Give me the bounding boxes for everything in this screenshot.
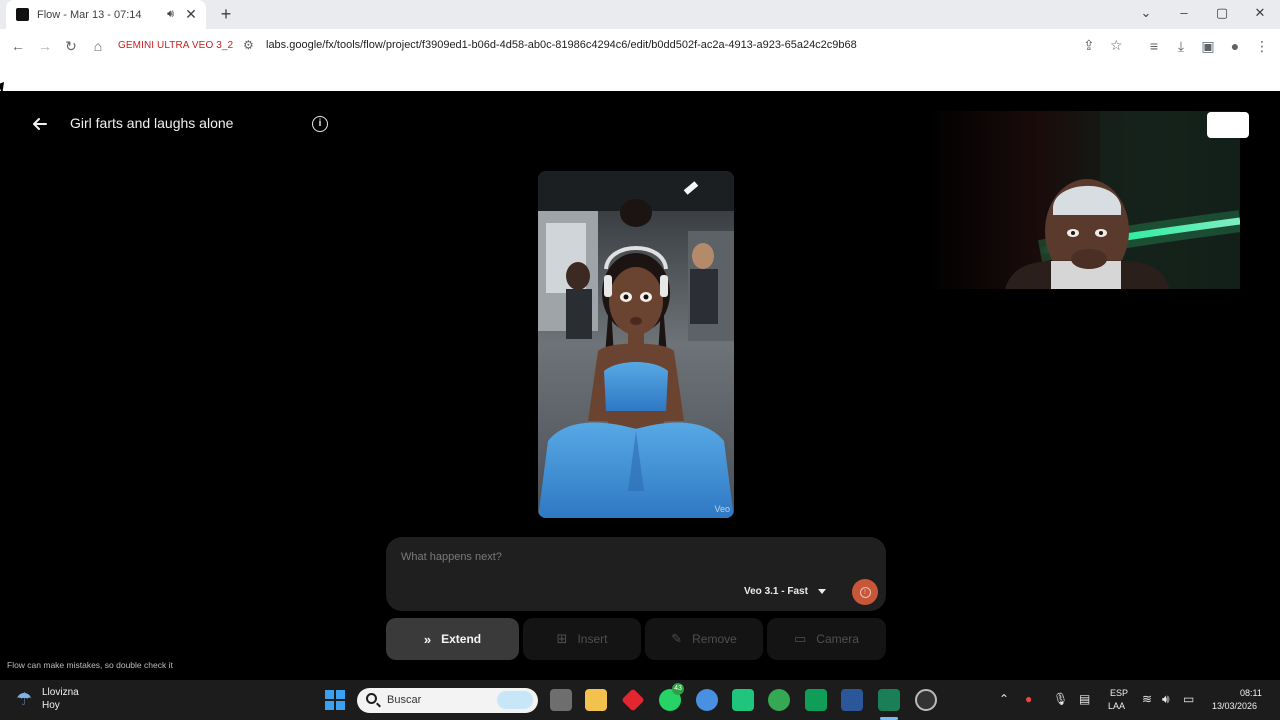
webcam-overlay bbox=[925, 111, 1240, 289]
prompt-input[interactable] bbox=[401, 551, 871, 563]
recorder-app-icon[interactable] bbox=[915, 689, 937, 711]
maximize-icon[interactable]: ▢ bbox=[1214, 5, 1230, 21]
search-icon bbox=[366, 693, 377, 704]
microphone-icon[interactable]: 🎙︎ bbox=[1053, 692, 1068, 706]
profile-avatar-icon[interactable]: ● bbox=[1226, 37, 1244, 55]
chrome-icon[interactable] bbox=[768, 689, 790, 711]
weather-day[interactable]: Hoy bbox=[42, 700, 60, 711]
remove-label: Remove bbox=[692, 632, 737, 646]
weather-condition[interactable]: Llovizna bbox=[42, 687, 79, 698]
project-title: Girl farts and laughs alone bbox=[70, 115, 234, 131]
tab-close-icon[interactable]: ✕ bbox=[184, 6, 198, 23]
notification-tray-icon[interactable]: ▤ bbox=[1079, 692, 1090, 706]
chrome-profile-icon[interactable] bbox=[696, 689, 718, 711]
address-bar[interactable]: ⚙ labs.google/fx/tools/flow/project/f390… bbox=[236, 34, 1138, 58]
tab-search-chevron-icon[interactable]: ⌄ bbox=[1138, 5, 1154, 21]
generate-icon: ! bbox=[859, 586, 871, 598]
window-close-icon[interactable]: ✕ bbox=[1252, 5, 1268, 21]
bookmark-bar bbox=[0, 63, 1280, 91]
volume-icon[interactable]: 🔊︎ bbox=[1162, 692, 1170, 707]
model-selector[interactable]: Veo 3.1 - Fast bbox=[744, 581, 826, 601]
double-chevron-right-icon: » bbox=[423, 631, 432, 647]
back-arrow-icon[interactable]: ← bbox=[9, 37, 27, 55]
browser-menu-icon[interactable]: ⋮ bbox=[1253, 37, 1271, 55]
camera-label: Camera bbox=[816, 632, 859, 646]
language-code[interactable]: ESP bbox=[1110, 688, 1128, 698]
model-label: Veo 3.1 - Fast bbox=[744, 585, 808, 597]
prompt-box: Veo 3.1 - Fast ! bbox=[386, 537, 886, 611]
caret-down-icon bbox=[817, 588, 826, 594]
clock-date[interactable]: 13/03/2026 bbox=[1212, 701, 1257, 711]
windows-taskbar: ☂ Llovizna Hoy Buscar 43 ⌃ ● 🎙︎ ▤ ESP LA… bbox=[0, 680, 1280, 720]
reading-list-icon[interactable]: ≡ bbox=[1145, 37, 1163, 55]
bookmark-star-icon[interactable]: ☆ bbox=[1110, 37, 1123, 54]
insert-label: Insert bbox=[577, 632, 608, 646]
task-view-icon[interactable] bbox=[550, 689, 572, 711]
bookmark-shortcut[interactable]: GEMINI ULTRA VEO 3_2 bbox=[118, 40, 233, 51]
reload-icon[interactable]: ↻ bbox=[62, 37, 80, 55]
red-diamond-app-icon[interactable] bbox=[621, 688, 645, 712]
search-label: Buscar bbox=[387, 694, 422, 706]
back-arrow-icon[interactable] bbox=[30, 114, 50, 134]
veo-watermark: Veo bbox=[714, 504, 730, 514]
gemini-app-icon[interactable] bbox=[878, 689, 900, 711]
site-info-icon[interactable]: ⚙ bbox=[243, 38, 254, 52]
share-icon[interactable]: ⇪ bbox=[1083, 37, 1095, 54]
whatsapp-badge: 43 bbox=[672, 683, 684, 695]
disclaimer-text: Flow can make mistakes, so double check … bbox=[7, 660, 173, 670]
green-app-icon[interactable] bbox=[732, 689, 754, 711]
home-icon[interactable]: ⌂ bbox=[89, 37, 107, 55]
video-camera-icon: ▭ bbox=[794, 631, 807, 646]
new-tab-button[interactable]: + bbox=[216, 4, 236, 24]
flow-editor-page: Girl farts and laughs alone i Veo What h… bbox=[0, 91, 1280, 680]
extend-label: Extend bbox=[441, 632, 482, 646]
clock-time[interactable]: 08:11 bbox=[1240, 688, 1262, 698]
eraser-icon: ✎ bbox=[671, 631, 683, 646]
video-preview[interactable]: Veo bbox=[538, 171, 734, 518]
overlay-control-button[interactable] bbox=[1207, 112, 1249, 138]
add-box-icon: ⊞ bbox=[556, 631, 568, 646]
minimize-icon[interactable]: – bbox=[1176, 5, 1192, 20]
browser-toolbar: ← → ↻ ⌂ GEMINI ULTRA VEO 3_2 ⚙ labs.goog… bbox=[0, 29, 1280, 63]
word-icon[interactable] bbox=[841, 689, 863, 711]
remove-button[interactable]: ✎ Remove bbox=[645, 618, 763, 660]
info-icon[interactable]: i bbox=[312, 116, 328, 132]
keyboard-layout[interactable]: LAA bbox=[1108, 701, 1125, 711]
side-panel-icon[interactable]: ▣ bbox=[1199, 37, 1217, 55]
submit-button[interactable]: ! bbox=[852, 579, 878, 605]
browser-tab-flow[interactable]: Flow - Mar 13 - 07:14 🔊︎ ✕ bbox=[6, 0, 206, 29]
speaker-icon[interactable]: 🔊︎ bbox=[167, 8, 174, 21]
freepik-app-icon[interactable] bbox=[805, 689, 827, 711]
wifi-icon[interactable]: ≋ bbox=[1142, 692, 1152, 706]
url-text[interactable]: labs.google/fx/tools/flow/project/f3909e… bbox=[266, 39, 857, 51]
antivirus-tray-icon[interactable]: ● bbox=[1025, 692, 1032, 706]
download-icon[interactable]: ⤓ bbox=[1172, 37, 1190, 55]
extend-button[interactable]: » Extend bbox=[386, 618, 519, 660]
camera-button[interactable]: ▭ Camera bbox=[767, 618, 886, 660]
search-highlight-icon bbox=[497, 691, 533, 709]
file-explorer-icon[interactable] bbox=[585, 689, 607, 711]
flow-favicon-icon bbox=[16, 8, 29, 21]
taskbar-search[interactable]: Buscar bbox=[357, 688, 538, 713]
windows-start-icon[interactable] bbox=[325, 690, 345, 710]
tab-title: Flow - Mar 13 - 07:14 bbox=[37, 8, 142, 21]
rain-umbrella-icon[interactable]: ☂ bbox=[16, 689, 32, 710]
browser-tabstrip: Flow - Mar 13 - 07:14 🔊︎ ✕ + ⌄ – ▢ ✕ bbox=[0, 0, 1280, 29]
chevron-up-icon[interactable]: ⌃ bbox=[999, 692, 1009, 706]
forward-arrow-icon[interactable]: → bbox=[36, 37, 54, 55]
battery-icon[interactable]: ▭ bbox=[1183, 692, 1194, 706]
insert-button[interactable]: ⊞ Insert bbox=[523, 618, 641, 660]
